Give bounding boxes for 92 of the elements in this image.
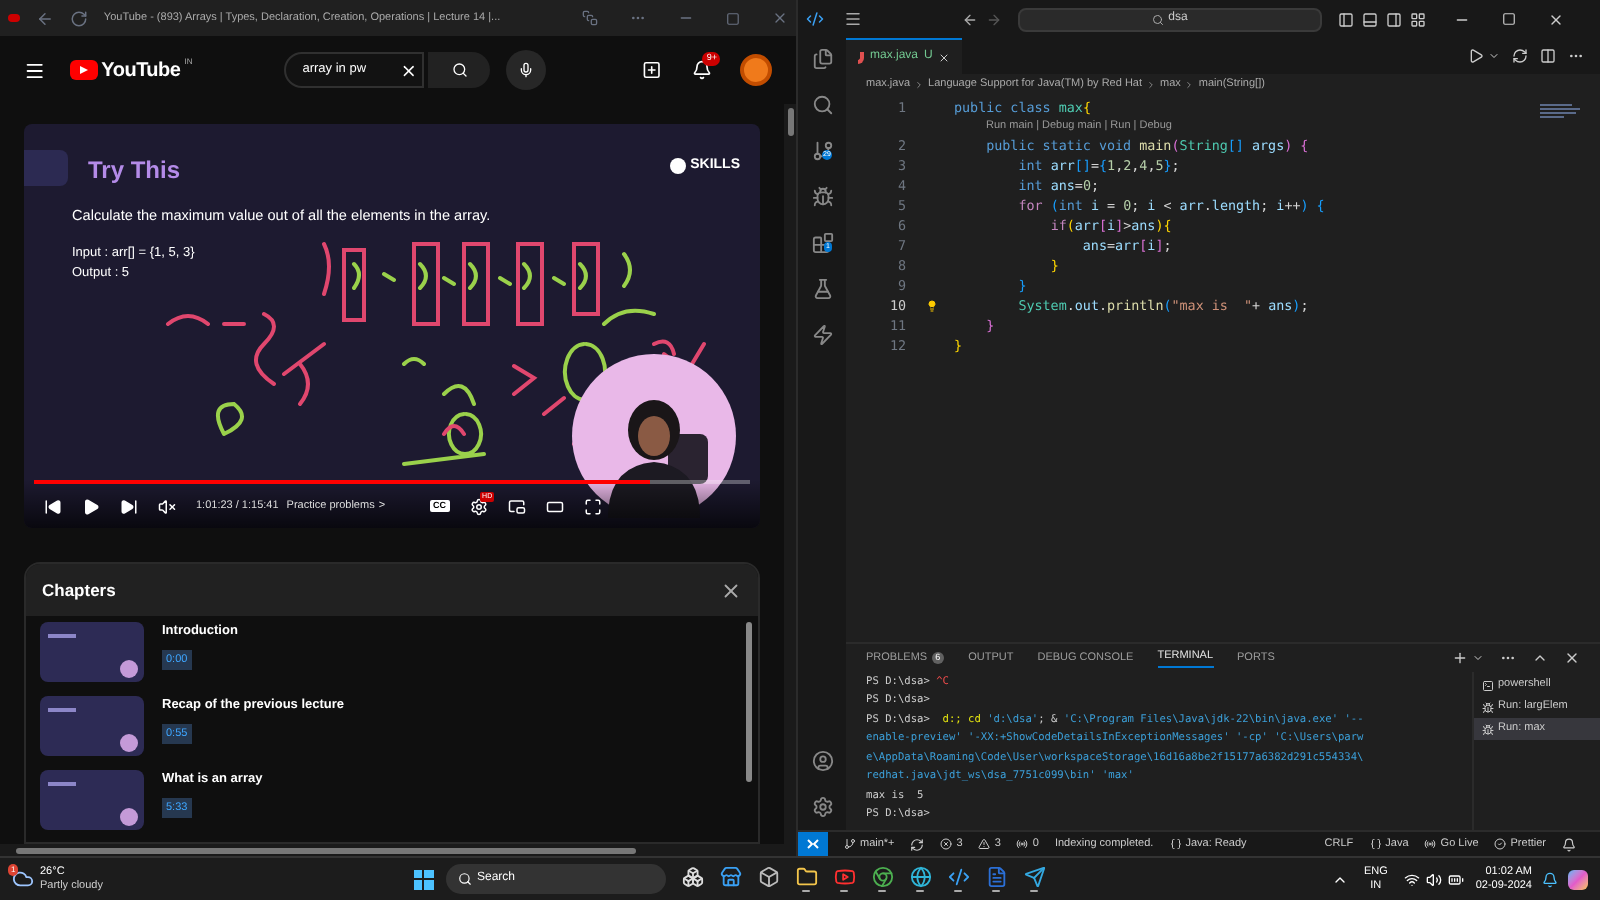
windows-logo-icon[interactable] [413, 869, 433, 889]
minimap [1540, 104, 1580, 118]
play-logo-icon [69, 60, 98, 80]
logo-icon [670, 158, 687, 174]
microphone-icon [517, 62, 534, 78]
close-icon[interactable] [720, 579, 742, 601]
folder-icon[interactable] [795, 866, 817, 888]
globe-icon[interactable] [909, 866, 931, 888]
bug-icon [1482, 723, 1494, 735]
branch-icon [844, 838, 856, 850]
remote-button[interactable] [798, 832, 828, 856]
bug-icon [1482, 701, 1494, 713]
notifications-icon[interactable] [1542, 871, 1558, 887]
chevron-down-icon[interactable] [1488, 50, 1500, 62]
notifications-icon[interactable] [692, 60, 713, 80]
broadcast-icon [1424, 838, 1437, 850]
cube-icon[interactable] [757, 866, 779, 888]
terminal-icon [1482, 679, 1494, 691]
document-icon[interactable] [985, 866, 1007, 888]
bell-icon[interactable] [1562, 837, 1576, 851]
testing-icon[interactable] [811, 278, 833, 300]
close-tab-icon[interactable] [938, 51, 951, 63]
lightbulb-icon[interactable] [926, 300, 938, 312]
menu-icon[interactable] [24, 59, 46, 81]
fullscreen-icon[interactable] [584, 497, 603, 515]
battery-icon[interactable] [1447, 871, 1464, 887]
back-icon[interactable] [35, 9, 54, 27]
chevron-icon [914, 80, 925, 90]
close-panel-icon[interactable] [1564, 650, 1580, 666]
search-icon [457, 872, 471, 886]
explorer-icon[interactable] [811, 48, 833, 70]
theater-icon[interactable] [546, 497, 565, 515]
chapter-thumbnail [40, 696, 144, 756]
panel-title: Chapters [42, 577, 116, 603]
extensions-icon[interactable] [811, 232, 833, 254]
new-terminal-icon[interactable] [1452, 650, 1468, 666]
avatar[interactable] [740, 54, 772, 86]
lightning-icon[interactable] [811, 324, 833, 346]
compare-icon[interactable] [1512, 48, 1528, 64]
warning-icon [978, 838, 991, 850]
copilot-icon[interactable] [1568, 869, 1588, 889]
voice-search-button[interactable] [506, 50, 546, 90]
run-icon[interactable] [1468, 48, 1484, 64]
paper-plane-icon[interactable] [1023, 866, 1045, 888]
sidebar-toggle-icon[interactable] [1338, 11, 1354, 27]
volume-icon[interactable] [1425, 871, 1442, 887]
check-icon [1494, 838, 1507, 850]
play-icon[interactable] [82, 497, 100, 515]
panel-toggle-icon[interactable] [1362, 11, 1378, 27]
chapter-thumbnail [40, 622, 144, 682]
chevron-icon [1146, 80, 1157, 90]
tab-icon [8, 14, 20, 22]
error-icon [940, 838, 953, 850]
search-icon[interactable] [811, 94, 833, 116]
remote-icon [806, 838, 820, 850]
task-view-icon[interactable] [681, 866, 703, 888]
store-icon[interactable] [719, 866, 741, 888]
clear-icon[interactable] [400, 61, 419, 79]
braces-icon [1369, 838, 1382, 850]
search-button[interactable] [428, 52, 491, 88]
chrome-icon[interactable] [871, 866, 893, 888]
sync-icon[interactable] [910, 837, 925, 851]
layout-icon[interactable] [1410, 11, 1426, 27]
previous-icon[interactable] [44, 497, 62, 515]
search-icon [1152, 13, 1165, 25]
chevron-icon [1184, 80, 1195, 90]
reload-icon[interactable] [69, 9, 88, 27]
ports-icon [1016, 838, 1029, 850]
search-icon [451, 62, 468, 78]
maximize-panel-icon[interactable] [1532, 650, 1548, 666]
vscode-logo-icon [806, 10, 824, 28]
back-icon[interactable] [962, 11, 978, 27]
mute-icon[interactable] [158, 497, 176, 515]
create-icon[interactable] [641, 60, 661, 80]
slide-title: Try This [88, 154, 181, 188]
vscode-logo-icon[interactable] [947, 866, 969, 888]
run-debug-icon[interactable] [811, 186, 833, 208]
chevron-down-icon[interactable] [1472, 652, 1484, 664]
java-file-icon [858, 51, 864, 63]
account-icon[interactable] [811, 750, 833, 772]
menu-icon[interactable] [844, 10, 862, 28]
chapter-thumbnail [40, 770, 144, 830]
braces-icon [1169, 838, 1182, 850]
slide-tab [24, 150, 68, 186]
weather-icon[interactable] [12, 868, 34, 890]
secondary-sidebar-icon[interactable] [1386, 11, 1402, 27]
wifi-icon[interactable] [1403, 871, 1420, 887]
miniplayer-icon[interactable] [508, 497, 527, 515]
split-editor-icon[interactable] [1540, 48, 1556, 64]
share-icon[interactable] [582, 10, 599, 26]
play-logo-icon[interactable] [833, 866, 855, 888]
next-icon[interactable] [120, 497, 138, 515]
